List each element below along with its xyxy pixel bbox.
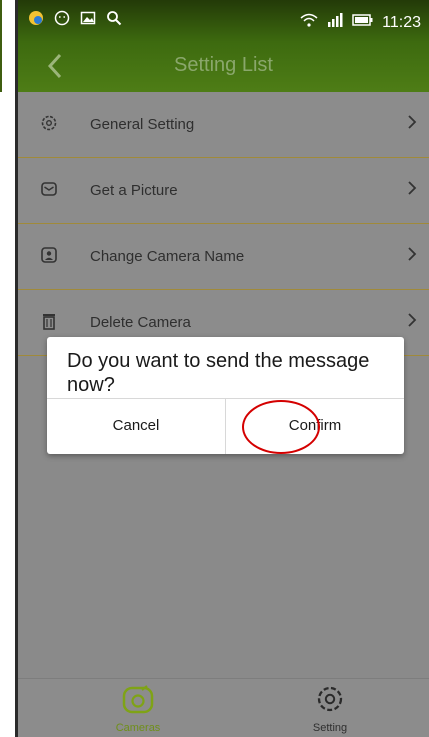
nav-setting-label: Setting	[312, 722, 348, 734]
left-edge-accent	[0, 0, 2, 92]
camera-icon	[78, 683, 198, 720]
settings-item-label: Get a Picture	[90, 182, 178, 199]
status-bar: 11:23	[18, 0, 429, 42]
battery-icon	[352, 13, 374, 32]
image-icon	[80, 10, 96, 31]
dialog-message: Do you want to send the message now?	[67, 350, 370, 396]
chevron-right-icon	[407, 312, 417, 333]
settings-list: General Setting Get a Picture Change Cam…	[18, 92, 429, 356]
left-edge	[0, 0, 18, 737]
cancel-button[interactable]: Cancel	[47, 398, 225, 454]
signal-icon	[326, 12, 344, 33]
wifi-icon	[300, 12, 318, 33]
confirm-button[interactable]: Confirm	[226, 398, 404, 454]
settings-item-label: Change Camera Name	[90, 248, 245, 265]
search-icon	[106, 10, 122, 31]
status-icons-right: 11:23	[300, 12, 421, 33]
trash-icon	[40, 312, 58, 330]
gear-icon	[40, 114, 58, 132]
settings-item-general[interactable]: General Setting	[18, 92, 429, 158]
nav-cameras[interactable]: Cameras	[78, 683, 198, 734]
nav-setting[interactable]: Setting	[270, 683, 390, 734]
settings-item-label: Delete Camera	[90, 314, 191, 331]
message-icon	[40, 180, 58, 198]
face-icon	[54, 10, 70, 31]
status-time: 11:23	[382, 13, 421, 31]
chevron-right-icon	[407, 114, 417, 135]
page-title: Setting List	[174, 54, 273, 76]
bottom-nav: Cameras Setting	[18, 678, 429, 737]
status-icons-left	[28, 10, 122, 31]
chevron-right-icon	[407, 246, 417, 267]
toolbar: Setting List	[18, 42, 429, 92]
chevron-right-icon	[407, 180, 417, 201]
gear-icon	[270, 683, 390, 720]
confirm-dialog: Do you want to send the message now? Can…	[47, 337, 404, 454]
person-badge-icon	[40, 246, 58, 264]
phone-screen: 11:23 Setting List General Setting Get a…	[18, 0, 429, 737]
settings-item-label: General Setting	[90, 116, 195, 133]
nav-cameras-label: Cameras	[115, 722, 161, 734]
settings-item-change-camera-name[interactable]: Change Camera Name	[18, 224, 429, 290]
app-badge-icon	[28, 10, 44, 31]
settings-item-get-picture[interactable]: Get a Picture	[18, 158, 429, 224]
